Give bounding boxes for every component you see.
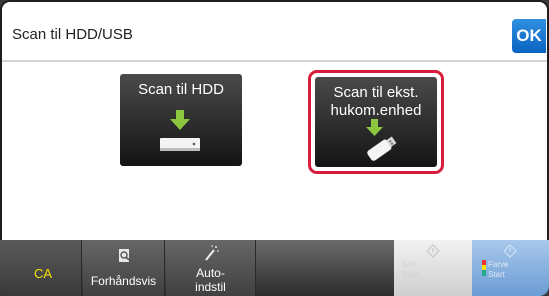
touch-screen: Scan til HDD/USB OK Scan til HDD Scan ti… [2,2,547,240]
bw-start-sub-label: Start [402,270,419,279]
scan-to-external-memory-label: Scan til ekst. hukom.enhed [330,84,422,119]
color-indicator-icon [482,260,486,276]
start-diamond-icon [503,244,517,258]
color-start-button[interactable]: Farve Start [472,240,549,296]
start-diamond-icon [426,244,440,258]
hdd-download-icon [160,110,200,151]
destination-options: Scan til HDD Scan til ekst. hukom.enhed [2,64,547,240]
color-start-sub-label: Start [488,270,505,279]
bottom-action-bar: CA Forhåndsvis Auto- indstil S/H Start F… [0,240,549,296]
preview-magnifier-icon [119,249,130,262]
scan-to-external-memory-button[interactable]: Scan til ekst. hukom.enhed [315,77,437,167]
auto-set-label: Auto- indstil [195,266,226,294]
clear-all-button[interactable]: CA [0,240,82,296]
auto-set-button[interactable]: Auto- indstil [166,240,256,296]
control-panel: Scan til HDD/USB OK Scan til HDD Scan ti… [0,0,549,296]
magic-wand-icon [205,245,219,261]
preview-label: Forhåndsvis [90,274,157,288]
page-title: Scan til HDD/USB [12,26,133,43]
ok-button[interactable]: OK [512,19,546,53]
bw-start-label: S/H [402,260,416,269]
clear-all-label: CA [34,266,53,281]
color-start-label: Farve [488,260,509,269]
usb-download-icon [366,119,397,161]
scan-to-hdd-button[interactable]: Scan til HDD [120,74,242,166]
title-bar: Scan til HDD/USB OK [2,2,547,62]
bw-start-button[interactable]: S/H Start [394,240,472,296]
scan-to-hdd-label: Scan til HDD [138,81,224,98]
preview-button[interactable]: Forhåndsvis [83,240,165,296]
